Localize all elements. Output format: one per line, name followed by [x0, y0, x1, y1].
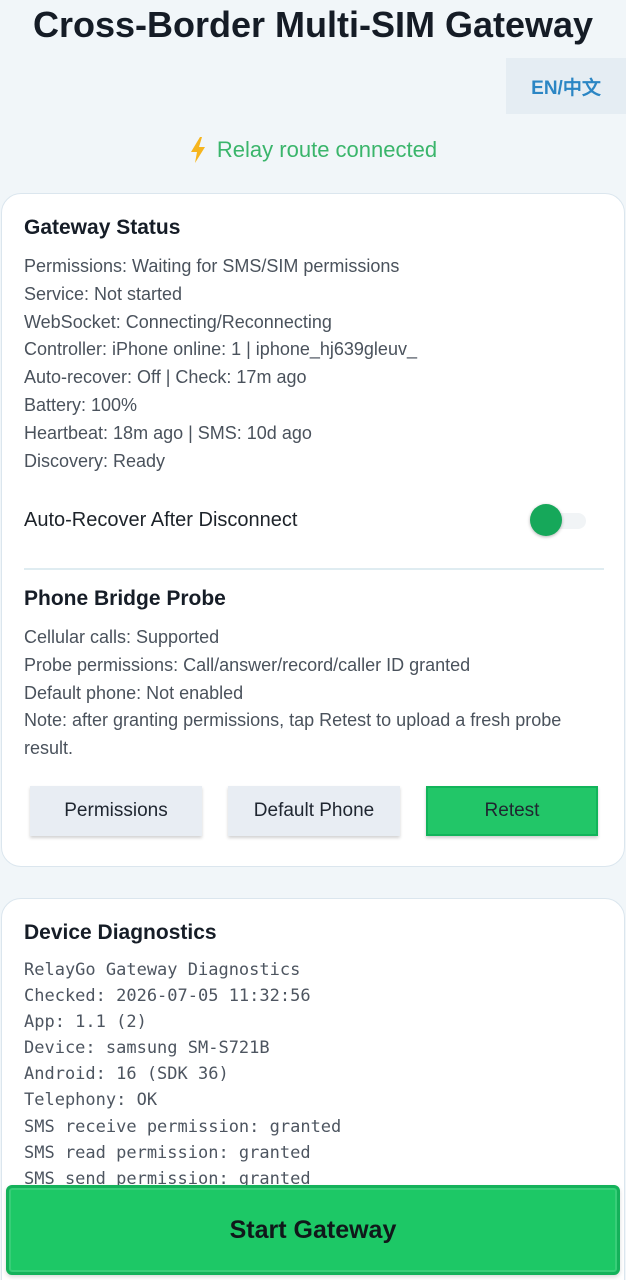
retest-button[interactable]: Retest [426, 786, 598, 836]
diagnostics-line: App: 1.1 (2) [24, 1012, 147, 1033]
gateway-status-card: Gateway Status Permissions: Waiting for … [1, 193, 625, 867]
default-phone-status: Default phone: Not enabled [24, 682, 244, 703]
probe-button-row: Permissions Default Phone Retest [30, 786, 598, 836]
auto-recover-toggle[interactable] [530, 503, 588, 537]
diagnostics-log: RelayGo Gateway Diagnostics Checked: 202… [24, 957, 341, 1192]
diagnostics-line: SMS read permission: granted [24, 1142, 311, 1163]
language-toggle-button[interactable]: EN/中文 [506, 58, 626, 114]
cellular-calls-status: Cellular calls: Supported [24, 627, 220, 647]
auto-recover-row: Auto-Recover After Disconnect [24, 500, 588, 540]
start-gateway-button[interactable]: Start Gateway [6, 1185, 620, 1275]
diagnostics-line: Checked: 2026-07-05 11:32:56 [24, 986, 311, 1007]
websocket-status: WebSocket: Connecting/Reconnecting [24, 311, 332, 332]
diagnostics-line: Android: 16 (SDK 36) [24, 1064, 229, 1085]
service-status: Service: Not started [24, 283, 183, 304]
relay-status: Relay route connected [0, 134, 626, 166]
diagnostics-line: SMS receive permission: granted [24, 1116, 342, 1137]
permissions-button[interactable]: Permissions [30, 786, 202, 836]
auto-recover-status: Auto-recover: Off | Check: 17m ago [24, 367, 307, 388]
discovery-status: Discovery: Ready [24, 450, 166, 471]
phone-bridge-lines: Cellular calls: Supported Probe permissi… [24, 624, 606, 763]
section-divider [24, 568, 604, 570]
heartbeat-status: Heartbeat: 18m ago | SMS: 10d ago [24, 422, 312, 443]
diagnostics-line: Telephony: OK [24, 1090, 158, 1111]
app-title: Cross-Border Multi-SIM Gateway [32, 4, 594, 45]
battery-status: Battery: 100% [24, 394, 138, 415]
default-phone-button[interactable]: Default Phone [228, 786, 400, 836]
auto-recover-label: Auto-Recover After Disconnect [24, 508, 298, 531]
gateway-status-title: Gateway Status [24, 216, 181, 239]
permissions-status: Permissions: Waiting for SMS/SIM permiss… [24, 256, 400, 276]
diagnostics-line: Device: samsung SM-S721B [24, 1038, 270, 1059]
lightning-bolt-icon [190, 137, 205, 163]
toggle-knob [530, 504, 562, 536]
controller-status: Controller: iPhone online: 1 | iphone_hj… [24, 339, 417, 360]
diagnostics-line: RelayGo Gateway Diagnostics [24, 960, 301, 980]
phone-bridge-title: Phone Bridge Probe [24, 587, 226, 610]
gateway-status-lines: Permissions: Waiting for SMS/SIM permiss… [24, 253, 606, 475]
device-diagnostics-title: Device Diagnostics [24, 921, 217, 944]
probe-permissions-status: Probe permissions: Call/answer/record/ca… [24, 654, 471, 675]
retest-note: Note: after granting permissions, tap Re… [24, 710, 562, 759]
relay-status-text: Relay route connected [216, 137, 438, 162]
